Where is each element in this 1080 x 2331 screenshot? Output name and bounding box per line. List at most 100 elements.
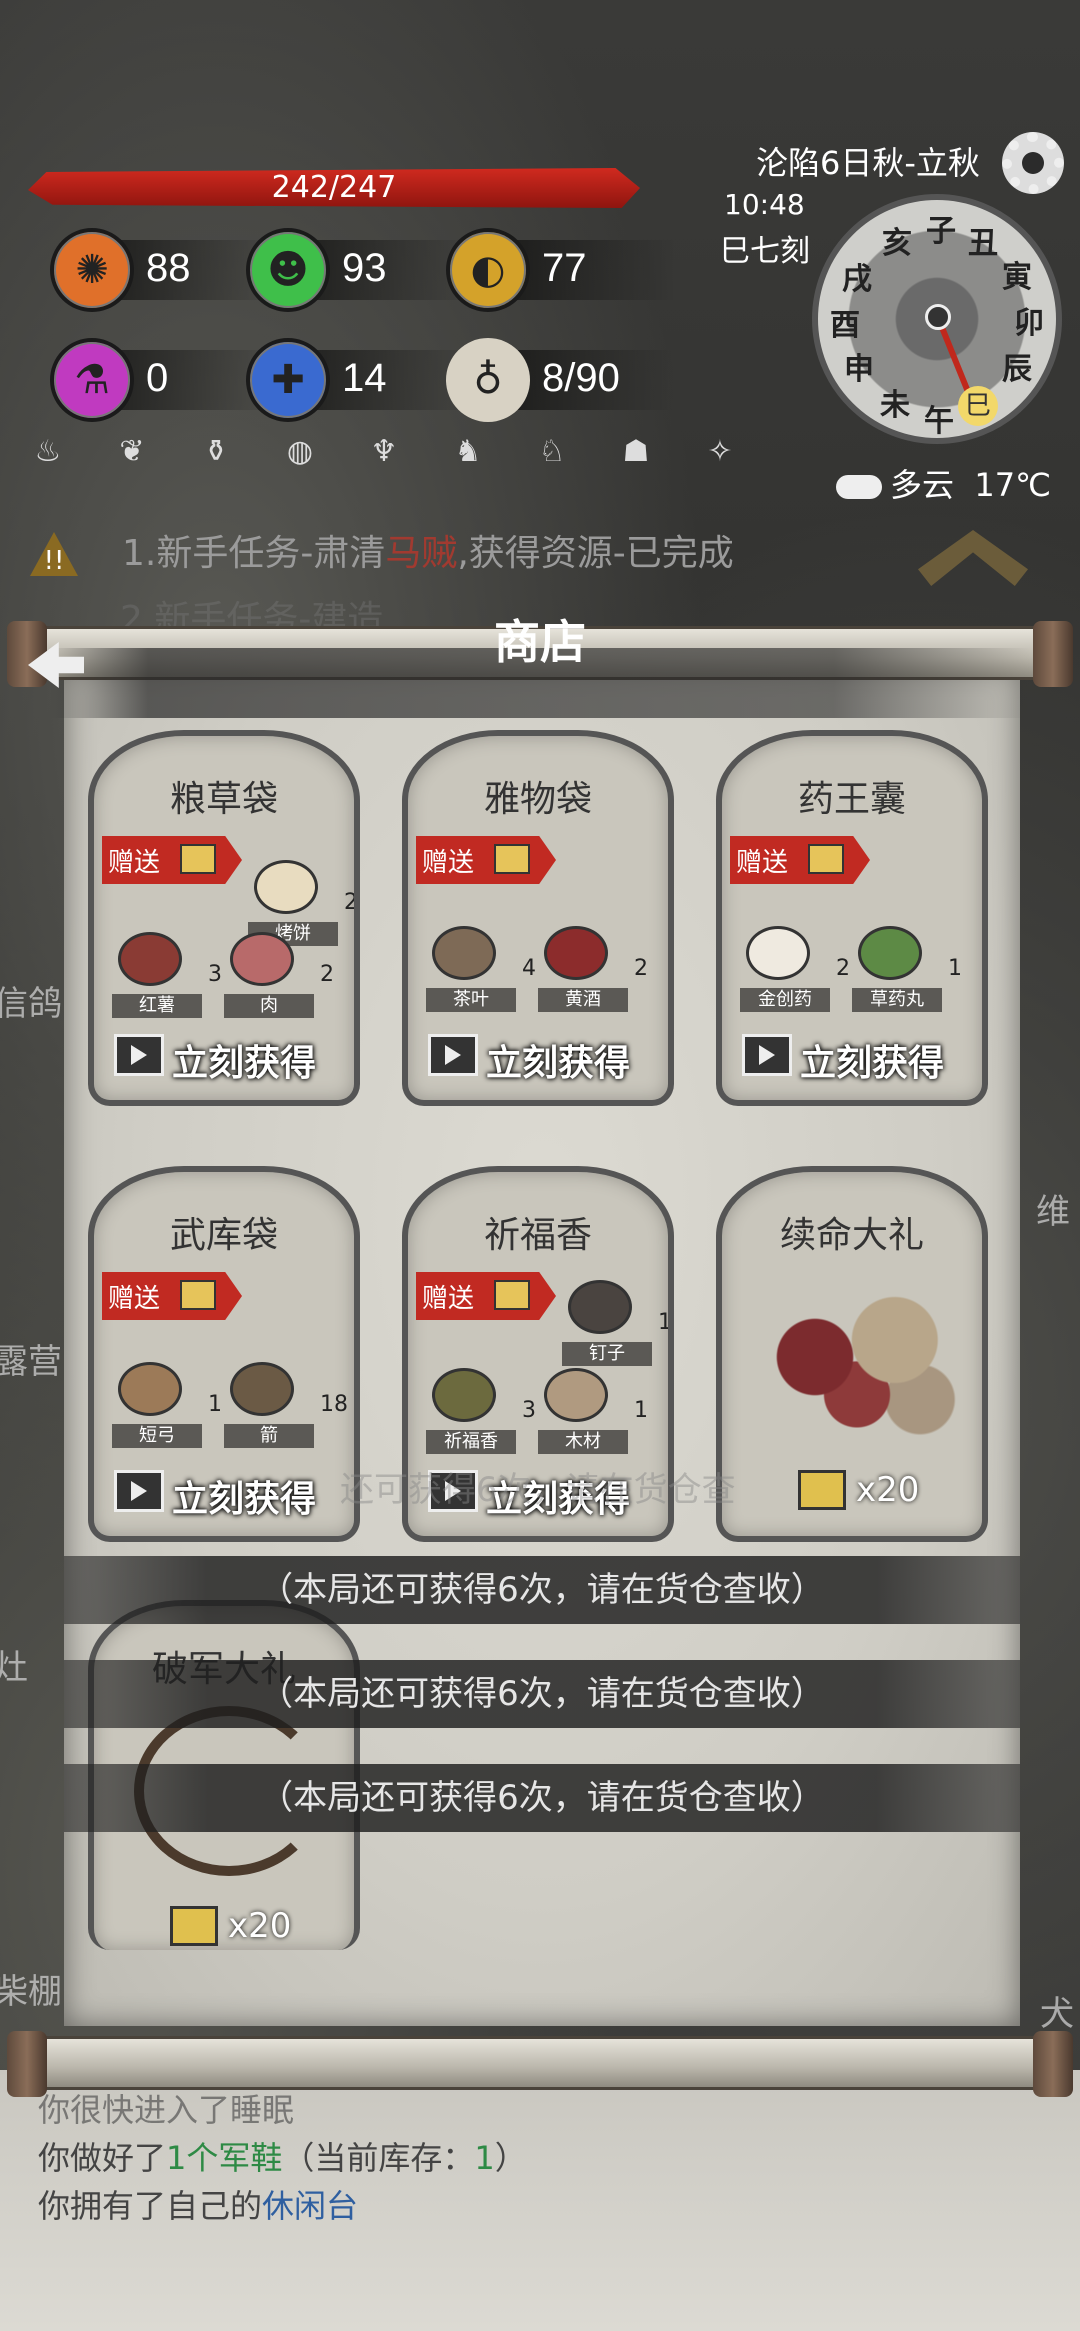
event-log: 你很快进入了睡眠 你做好了1个军鞋（当前库存：1） 你拥有了自己的休闲台 bbox=[38, 2086, 527, 2230]
video-icon bbox=[180, 844, 216, 874]
clock-time: 10:48 bbox=[724, 188, 805, 221]
dial-hub bbox=[925, 304, 951, 330]
item-nails: 钉子 1 bbox=[562, 1280, 668, 1366]
oil-lamp-icon[interactable]: ♆ bbox=[364, 432, 404, 472]
video-icon bbox=[428, 1034, 478, 1076]
ticket-icon bbox=[170, 1906, 218, 1946]
dial-glyph: 亥 bbox=[882, 226, 912, 261]
video-icon bbox=[494, 844, 530, 874]
card-title: 武库袋 bbox=[169, 1215, 278, 1256]
torch-icon[interactable]: ✧ bbox=[700, 432, 740, 472]
gear-icon[interactable] bbox=[1002, 132, 1064, 194]
building-label[interactable]: 柴棚 bbox=[0, 1964, 62, 2013]
shop-card-medicine-pouch[interactable]: 药王囊 赠送 金创药 2 草药丸 1 立刻获得 bbox=[716, 730, 988, 1106]
item-short-bow: 短弓 1 bbox=[112, 1362, 222, 1448]
shop-card-life-gift[interactable]: 续命大礼 x20 bbox=[716, 1166, 988, 1542]
toast-message: （本局还可获得6次，请在货仓查收） bbox=[64, 1660, 1020, 1728]
item-arrow: 箭 18 bbox=[224, 1362, 348, 1448]
buy-button[interactable]: x20 bbox=[738, 1460, 968, 1522]
gourds-icon[interactable]: ❦ bbox=[112, 432, 152, 472]
video-icon bbox=[114, 1470, 164, 1512]
shop-card-grain-bag[interactable]: 粮草袋 赠送 烤饼 2 红薯 3 肉 2 立刻获得 bbox=[88, 730, 360, 1106]
card-title: 药王囊 bbox=[797, 779, 906, 820]
building-label[interactable]: 犬 bbox=[1040, 1986, 1074, 2035]
gift-badge: 赠送 bbox=[102, 1272, 242, 1320]
plate-icon[interactable]: ◍ bbox=[280, 432, 320, 472]
season-date: 沦陷6日秋-立秋 bbox=[756, 144, 980, 182]
item-wound-medicine: 金创药 2 bbox=[740, 926, 850, 1012]
card-title: 续命大礼 bbox=[779, 1215, 924, 1256]
card-title: 祈福香 bbox=[483, 1215, 592, 1256]
equipment-bar: ♨ ❦ ⚱ ◍ ♆ ♞ ♘ ☗ ✧ bbox=[28, 432, 740, 472]
dial-glyph: 丑 bbox=[968, 226, 998, 261]
toast-ghost: 还可获得6次，请在货仓查 bbox=[340, 1470, 736, 1510]
get-now-button[interactable]: 立刻获得 bbox=[424, 1024, 654, 1086]
gift-badge: 赠送 bbox=[102, 836, 242, 884]
building-label[interactable]: 露营 bbox=[0, 1334, 62, 1383]
vase-icon[interactable]: ⚱ bbox=[196, 432, 236, 472]
item-meat: 肉 2 bbox=[224, 932, 334, 1018]
bandage-icon: ✚ bbox=[246, 338, 330, 422]
item-yellow-wine: 黄酒 2 bbox=[538, 926, 648, 1012]
building-label[interactable]: 灶 bbox=[0, 1640, 28, 1689]
shichen-time: 巳七刻 bbox=[720, 234, 810, 269]
gift-badge: 赠送 bbox=[416, 836, 556, 884]
get-now-button[interactable]: 立刻获得 bbox=[738, 1024, 968, 1086]
get-now-button[interactable]: 立刻获得 bbox=[110, 1460, 340, 1522]
sack-icon[interactable]: ☗ bbox=[616, 432, 656, 472]
temperature: 17℃ bbox=[974, 466, 1052, 504]
get-now-button[interactable]: 立刻获得 bbox=[110, 1024, 340, 1086]
dial-glyph: 子 bbox=[926, 214, 956, 249]
time-dial[interactable]: 亥 子 丑 寅 卯 辰 巳 午 未 申 酉 戌 bbox=[812, 194, 1062, 444]
health-value: 242/247 bbox=[271, 170, 397, 205]
shop-card-armory-bag[interactable]: 武库袋 赠送 短弓 1 箭 18 立刻获得 bbox=[88, 1166, 360, 1542]
card-title: 粮草袋 bbox=[169, 779, 278, 820]
video-icon bbox=[808, 844, 844, 874]
gift-bundle-image bbox=[752, 1272, 962, 1442]
stomach-icon: ◐ bbox=[446, 228, 530, 312]
dial-glyph: 寅 bbox=[1002, 260, 1032, 295]
boots-icon[interactable]: ♞ bbox=[448, 432, 488, 472]
card-title: 雅物袋 bbox=[483, 779, 592, 820]
dial-glyph: 申 bbox=[844, 352, 874, 387]
shop-card-elegant-bag[interactable]: 雅物袋 赠送 茶叶 4 黄酒 2 立刻获得 bbox=[402, 730, 674, 1106]
quest-banner[interactable]: !! 1.新手任务-肃清马贼,获得资源-已完成 bbox=[24, 522, 1064, 586]
building-label[interactable]: 信鸽 bbox=[0, 976, 62, 1025]
dial-glyph: 卯 bbox=[1014, 306, 1044, 341]
item-sweet-potato: 红薯 3 bbox=[112, 932, 222, 1018]
item-herbal-pill: 草药丸 1 bbox=[852, 926, 962, 1012]
gift-badge: 赠送 bbox=[730, 836, 870, 884]
cauldron-icon[interactable]: ♨ bbox=[28, 432, 68, 472]
dial-glyph: 酉 bbox=[830, 308, 860, 343]
item-tea: 茶叶 4 bbox=[426, 926, 536, 1012]
building-label[interactable]: 维 bbox=[1036, 1184, 1070, 1233]
brain-icon: ✺ bbox=[50, 228, 134, 312]
smile-icon: ☻ bbox=[246, 228, 330, 312]
item-wood: 木材 1 bbox=[538, 1368, 648, 1454]
item-blessing-incense: 祈福香 3 bbox=[426, 1368, 536, 1454]
log-line: 你很快进入了睡眠 bbox=[38, 2091, 295, 2129]
dial-glyph: 午 bbox=[924, 404, 954, 439]
gift-badge: 赠送 bbox=[416, 1272, 556, 1320]
log-line: 你拥有了自己的休闲台 bbox=[38, 2187, 359, 2225]
dial-glyph: 戌 bbox=[842, 262, 872, 297]
weather: 多云 17℃ bbox=[836, 460, 1051, 506]
horse-icon[interactable]: ♘ bbox=[532, 432, 572, 472]
warning-icon: !! bbox=[30, 532, 78, 576]
video-icon bbox=[114, 1034, 164, 1076]
ticket-icon bbox=[798, 1470, 846, 1510]
item-flatbread: 烤饼 2 bbox=[248, 860, 354, 946]
log-line: 你做好了1个军鞋（当前库存：1） bbox=[38, 2139, 527, 2177]
buy-button[interactable]: x20 bbox=[110, 1896, 340, 1950]
toast-message: （本局还可获得6次，请在货仓查收） bbox=[64, 1764, 1020, 1832]
video-icon bbox=[494, 1280, 530, 1310]
dial-needle bbox=[936, 318, 974, 400]
cloud-icon bbox=[836, 475, 882, 499]
video-icon bbox=[180, 1280, 216, 1310]
bag-icon: ♁ bbox=[446, 338, 530, 422]
page-title: 商店 bbox=[494, 615, 586, 669]
toast-message: （本局还可获得6次，请在货仓查收） bbox=[64, 1556, 1020, 1624]
dial-glyph: 辰 bbox=[1002, 352, 1032, 387]
video-icon bbox=[742, 1034, 792, 1076]
scroll-rod-bottom bbox=[7, 2031, 1073, 2097]
